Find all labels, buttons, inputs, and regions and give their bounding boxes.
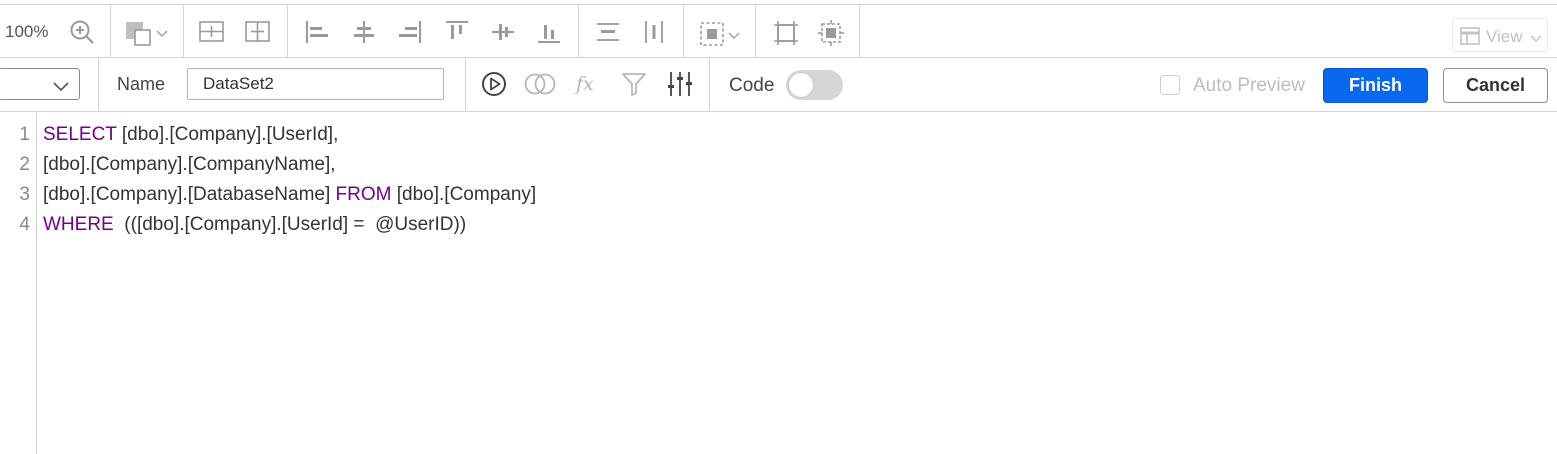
align-bottom-icon[interactable] [536, 19, 562, 45]
toolbar-separator [683, 5, 684, 58]
align-right-icon[interactable] [397, 19, 423, 45]
fill-color-icon[interactable] [125, 20, 153, 48]
view-button-label: View [1486, 27, 1523, 46]
join-icon[interactable] [524, 72, 556, 96]
designer-toolbar: 100% View [0, 4, 1557, 58]
zoom-level[interactable]: 100% [5, 22, 48, 42]
toolbar-separator [755, 5, 756, 58]
dataset-name-input[interactable] [187, 68, 444, 100]
toolbar-separator [98, 58, 99, 112]
code-line[interactable]: [dbo].[Company].[CompanyName], [43, 154, 336, 176]
chevron-down-icon[interactable] [728, 32, 740, 40]
sql-text: (([dbo].[Company].[UserId] = @UserID)) [113, 214, 467, 235]
line-number: 2 [19, 154, 30, 175]
chevron-down-icon [1530, 30, 1542, 48]
toolbar-separator [183, 5, 184, 58]
toolbar-separator [465, 58, 466, 112]
svg-text:fx: fx [574, 73, 594, 95]
toggle-knob [788, 72, 814, 98]
finish-button[interactable]: Finish [1323, 68, 1428, 103]
code-label: Code [729, 75, 775, 96]
filter-icon[interactable] [621, 71, 647, 97]
sql-text: [dbo].[Company] [391, 184, 537, 205]
dataset-toolbar: Name fx Code Auto Preview Finish Cancel [0, 58, 1557, 112]
sql-keyword: FROM [335, 184, 392, 205]
chevron-down-icon [53, 79, 69, 97]
space-horizontal-icon[interactable] [641, 19, 667, 45]
sql-text: [dbo].[Company].[CompanyName], [43, 154, 336, 175]
toolbar-separator [709, 58, 710, 112]
group-select-icon[interactable] [699, 21, 725, 47]
code-line[interactable]: SELECT [dbo].[Company].[UserId], [43, 124, 338, 146]
sql-editor[interactable]: 1 2 3 4 SELECT [dbo].[Company].[UserId],… [0, 113, 1557, 454]
name-label: Name [117, 74, 166, 94]
align-left-icon[interactable] [304, 19, 330, 45]
toolbar-separator [287, 5, 288, 58]
distribute-horizontal-icon[interactable] [244, 19, 272, 45]
align-top-icon[interactable] [444, 19, 470, 45]
sql-keyword: WHERE [43, 214, 114, 235]
auto-preview-checkbox[interactable] [1160, 75, 1180, 95]
toolbar-separator [110, 5, 111, 58]
distribute-vertical-icon[interactable] [198, 19, 226, 45]
run-query-icon[interactable] [481, 71, 507, 97]
fit-to-page-icon[interactable] [772, 19, 800, 47]
line-number: 4 [19, 214, 30, 235]
space-vertical-icon[interactable] [595, 19, 621, 45]
align-middle-icon[interactable] [490, 19, 516, 45]
toolbar-separator [578, 5, 579, 58]
sql-text: [dbo].[Company].[DatabaseName] [43, 184, 336, 205]
code-toggle[interactable] [786, 70, 843, 100]
auto-preview-label: Auto Preview [1193, 75, 1305, 96]
line-number-gutter: 1 2 3 4 [0, 113, 37, 454]
sql-keyword: SELECT [43, 124, 117, 145]
line-number: 1 [19, 124, 30, 145]
view-button[interactable]: View [1452, 18, 1548, 52]
toolbar-separator [859, 5, 860, 58]
sql-text: [dbo].[Company].[UserId], [116, 124, 339, 145]
cancel-button[interactable]: Cancel [1443, 68, 1548, 103]
layout-icon [1460, 27, 1480, 50]
code-line[interactable]: [dbo].[Company].[DatabaseName] FROM [dbo… [43, 184, 536, 206]
fit-center-icon[interactable] [817, 19, 845, 47]
align-center-icon[interactable] [351, 19, 377, 45]
chevron-down-icon[interactable] [156, 30, 168, 38]
datasource-select[interactable] [0, 68, 80, 100]
expression-icon[interactable]: fx [574, 70, 602, 98]
line-number: 3 [19, 184, 30, 205]
parameters-icon[interactable] [667, 70, 693, 98]
code-line[interactable]: WHERE (([dbo].[Company].[UserId] = @User… [43, 214, 466, 236]
zoom-in-icon[interactable] [69, 19, 95, 45]
